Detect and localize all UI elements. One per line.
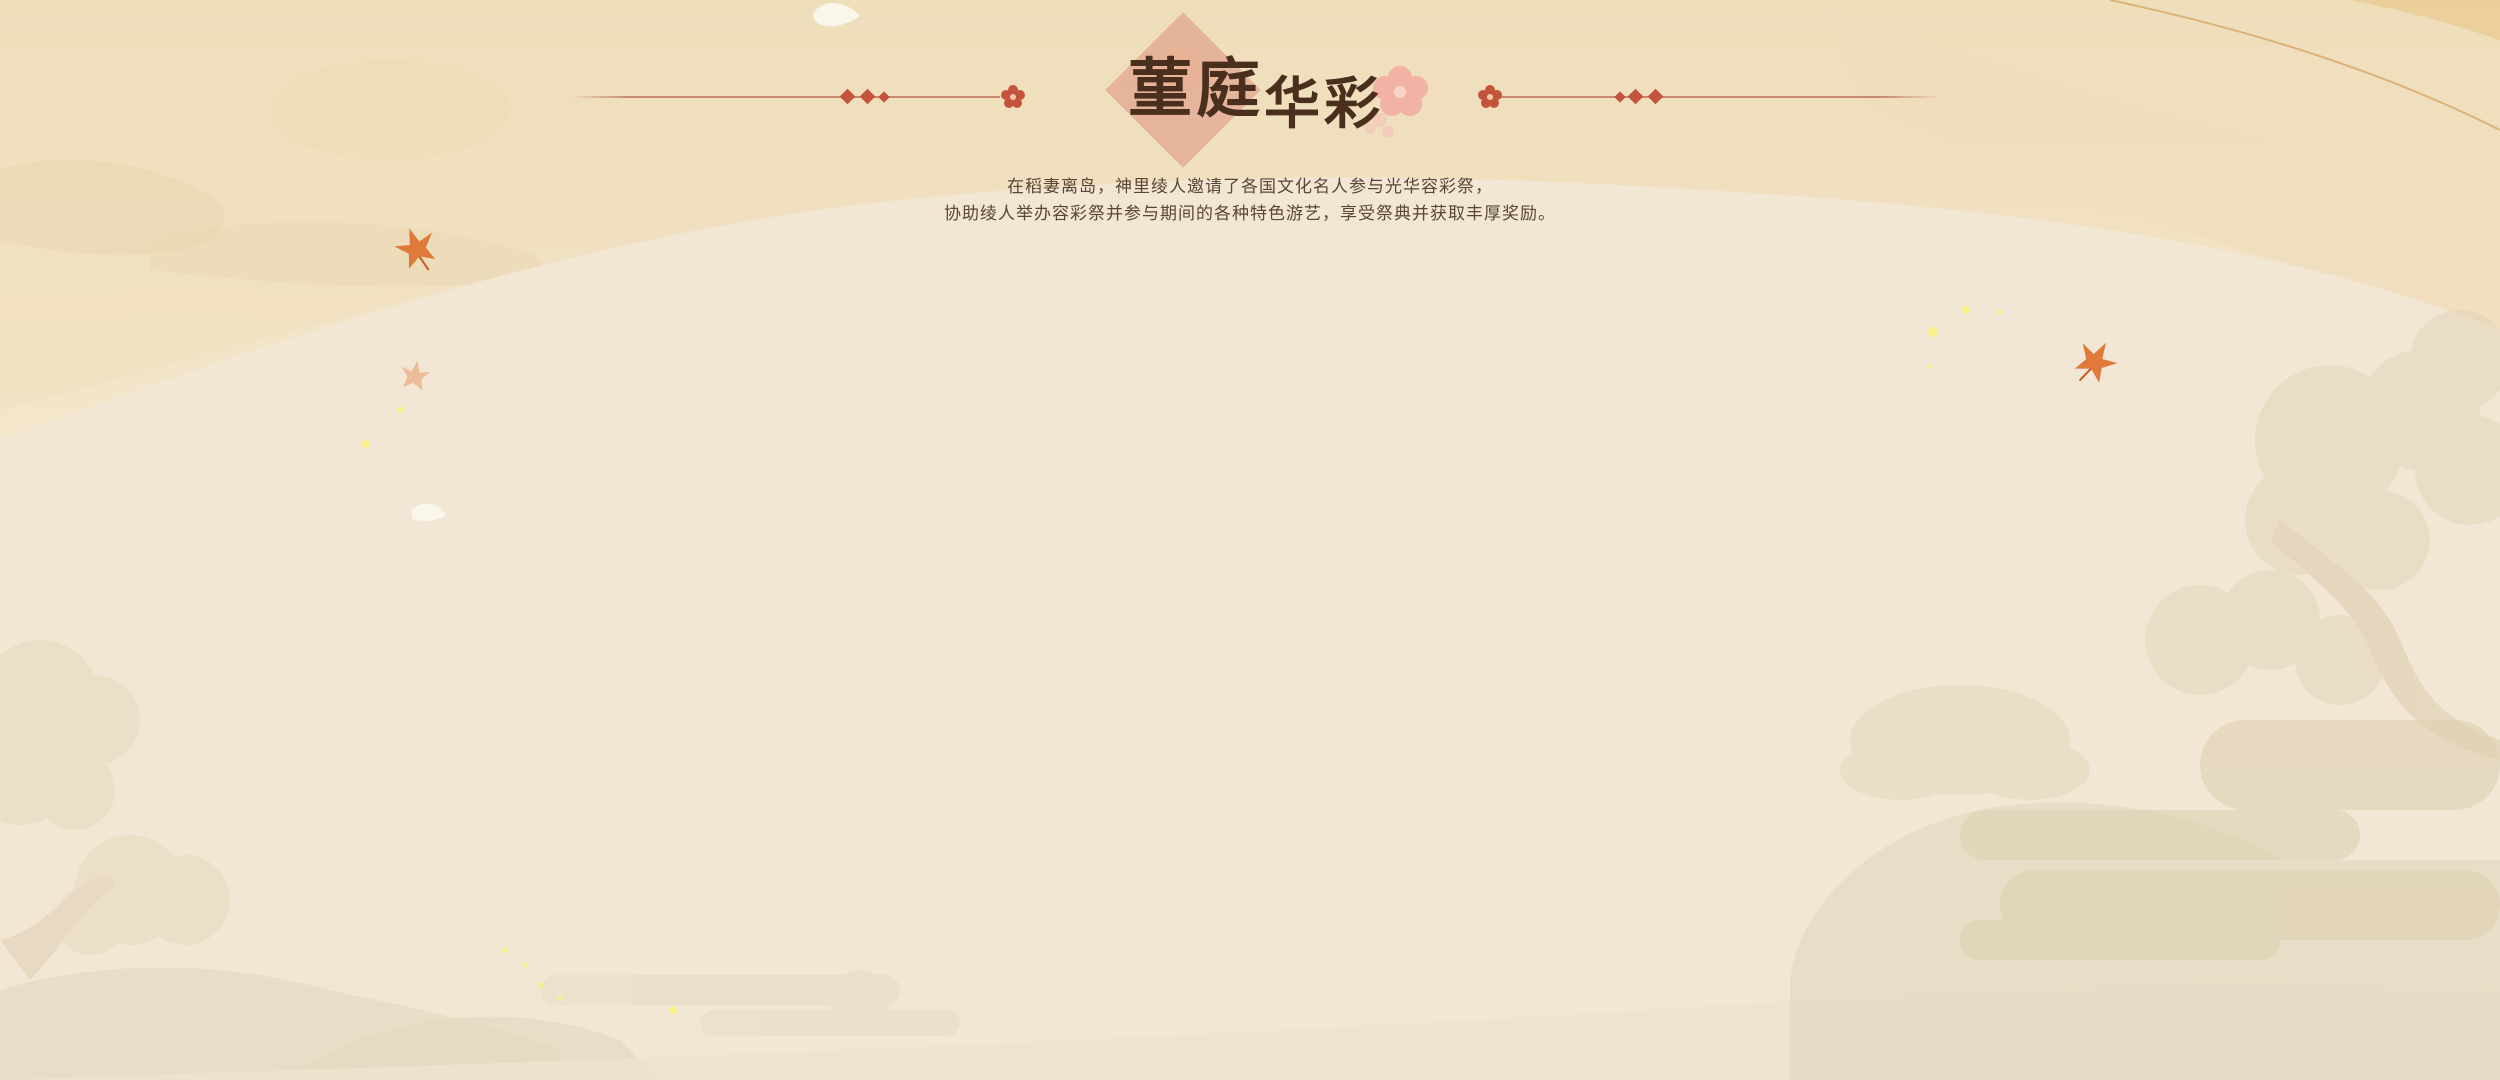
event-description-line-1: 在稻妻离岛，神里绫人邀请了各国文化名人参与光华容彩祭， [1007, 177, 1493, 197]
title-char: 彩 [1324, 71, 1384, 137]
right-divider-line [1500, 96, 1880, 98]
diamond-ornament [1647, 88, 1664, 105]
title-char: 华 [1264, 71, 1324, 137]
diamond-ornament [1614, 91, 1626, 103]
event-description-line-2: 协助绫人举办容彩祭并参与期间的各种特色游艺，享受祭典并获取丰厚奖励。 [944, 204, 1556, 224]
left-divider-line [570, 96, 1000, 98]
event-title: 菫庭华彩 [1128, 58, 1384, 133]
event-header: 菫庭华彩 在稻妻离岛，神里绫人邀请了各国文化名人参与光华容彩祭， 协助绫人举办容… [0, 0, 2500, 260]
diamond-ornament [859, 88, 876, 105]
event-background: 菫庭华彩 在稻妻离岛，神里绫人邀请了各国文化名人参与光华容彩祭， 协助绫人举办容… [0, 0, 2500, 1080]
diamond-ornament [878, 91, 890, 103]
title-char: 庭 [1196, 52, 1264, 127]
flower-ornament-right [1478, 85, 1502, 108]
diamond-ornament [1627, 88, 1644, 105]
title-char: 菫 [1128, 52, 1196, 127]
diamond-ornament [839, 88, 856, 105]
flower-ornament-left [1001, 85, 1025, 108]
